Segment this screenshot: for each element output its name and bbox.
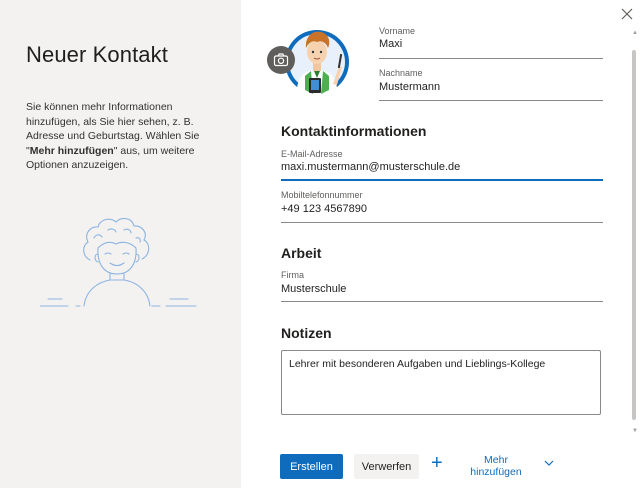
company-label: Firma [281, 270, 304, 280]
page-title: Neuer Kontakt [26, 42, 168, 67]
email-label: E-Mail-Adresse [281, 149, 343, 159]
email-field[interactable]: maxi.mustermann@musterschule.de [281, 161, 460, 173]
left-info-pane: Neuer Kontakt Sie können mehr Informatio… [0, 0, 241, 488]
work-heading: Arbeit [281, 245, 322, 261]
notes-textarea[interactable]: Lehrer mit besonderen Aufgaben und Liebl… [281, 350, 601, 415]
first-name-label: Vorname [379, 26, 416, 36]
first-name-underline [379, 58, 603, 59]
discard-button[interactable]: Verwerfen [354, 454, 419, 479]
camera-icon [273, 53, 289, 67]
create-button[interactable]: Erstellen [280, 454, 343, 479]
company-underline [281, 301, 603, 302]
contact-form-pane: ▲ ▼ Vorname Maxi Nachname Mustermann Kon… [241, 0, 640, 488]
change-photo-button[interactable] [267, 46, 295, 74]
mobile-label: Mobiltelefonnummer [281, 190, 363, 200]
add-more-button[interactable]: Mehr hinzufügen [463, 454, 529, 478]
plus-icon[interactable]: + [431, 452, 443, 474]
email-underline-focused [281, 179, 603, 181]
contact-info-heading: Kontaktinformationen [281, 123, 427, 139]
company-field[interactable]: Musterschule [281, 283, 346, 295]
last-name-field[interactable]: Mustermann [379, 81, 440, 93]
scrollbar-thumb[interactable] [632, 50, 636, 420]
last-name-label: Nachname [379, 68, 423, 78]
close-icon[interactable] [619, 6, 635, 22]
info-description: Sie können mehr Informationen hinzufügen… [26, 100, 226, 173]
mobile-underline [281, 222, 603, 223]
mobile-field[interactable]: +49 123 4567890 [281, 203, 367, 215]
person-illustration [40, 217, 197, 307]
notes-heading: Notizen [281, 325, 332, 341]
info-description-bold: Mehr hinzufügen [29, 144, 114, 157]
scroll-down-arrow-icon[interactable]: ▼ [632, 428, 638, 434]
last-name-underline [379, 100, 603, 101]
scroll-up-arrow-icon[interactable]: ▲ [632, 30, 638, 36]
chevron-down-icon[interactable] [543, 458, 555, 468]
first-name-field[interactable]: Maxi [379, 38, 402, 50]
